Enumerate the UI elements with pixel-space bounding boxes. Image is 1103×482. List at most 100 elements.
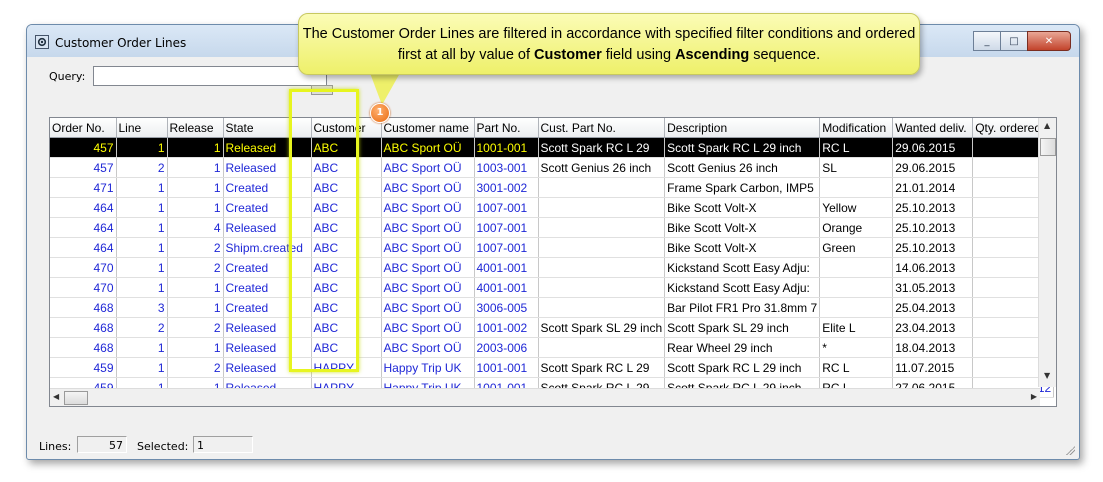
table-cell[interactable] bbox=[538, 217, 666, 238]
table-cell[interactable]: 25.10.2013 bbox=[892, 217, 974, 238]
table-cell[interactable] bbox=[538, 177, 666, 198]
table-cell[interactable]: RC L bbox=[819, 137, 894, 158]
table-row[interactable]: 468 2 2 Released ABC ABC Sport OÜ 1001-002 Scot… bbox=[50, 317, 1055, 338]
table-cell[interactable]: Scott Spark RC L 29 inch bbox=[664, 137, 821, 158]
table-cell[interactable]: 2 bbox=[167, 357, 224, 378]
table-cell[interactable]: Scott Spark SL 29 inch bbox=[664, 317, 821, 338]
horizontal-scrollbar[interactable]: ◀ ▶ bbox=[50, 388, 1040, 406]
vertical-scrollbar[interactable]: ▲ ▼ bbox=[1038, 118, 1056, 387]
table-cell[interactable]: ABC bbox=[311, 197, 382, 218]
table-cell[interactable]: Created bbox=[223, 177, 312, 198]
table-cell[interactable]: 464 bbox=[50, 197, 117, 218]
table-cell[interactable]: 457 bbox=[50, 137, 117, 158]
table-row[interactable]: 464 1 2 Shipm.created ABC ABC Sport OÜ 1007-00… bbox=[50, 237, 1055, 258]
table-cell[interactable]: ABC bbox=[311, 257, 382, 278]
table-cell[interactable]: 1007-001 bbox=[474, 197, 539, 218]
minimize-button[interactable]: _ bbox=[973, 31, 1001, 51]
table-cell[interactable]: 4001-001 bbox=[474, 257, 539, 278]
table-cell[interactable]: ABC bbox=[311, 237, 382, 258]
table-cell[interactable]: 3001-002 bbox=[474, 177, 539, 198]
table-cell[interactable]: Scott Genius 26 inch bbox=[664, 157, 821, 178]
table-cell[interactable]: Released bbox=[223, 217, 312, 238]
table-cell[interactable]: 464 bbox=[50, 237, 117, 258]
table-cell[interactable]: Scott Spark RC L 29 bbox=[538, 137, 666, 158]
table-cell[interactable] bbox=[538, 337, 666, 358]
table-cell[interactable]: Elite L bbox=[819, 317, 894, 338]
table-cell[interactable]: ABC bbox=[311, 177, 382, 198]
table-cell[interactable]: ABC Sport OÜ bbox=[381, 137, 475, 158]
table-row[interactable]: 464 1 1 Created ABC ABC Sport OÜ 1007-001 Bike … bbox=[50, 197, 1055, 218]
table-cell[interactable]: Scott Spark RC L 29 inch bbox=[664, 357, 821, 378]
table-cell[interactable]: 1 bbox=[167, 337, 224, 358]
table-cell[interactable] bbox=[538, 277, 666, 298]
table-cell[interactable]: ABC Sport OÜ bbox=[381, 337, 475, 358]
table-cell[interactable]: 1003-001 bbox=[474, 157, 539, 178]
table-cell[interactable]: 29.06.2015 bbox=[892, 157, 974, 178]
column-header[interactable]: Customer name bbox=[381, 118, 475, 138]
table-cell[interactable]: 1 bbox=[116, 337, 168, 358]
table-cell[interactable]: ABC bbox=[311, 137, 382, 158]
table-cell[interactable]: ABC Sport OÜ bbox=[381, 257, 475, 278]
table-row[interactable]: 457 2 1 Released ABC ABC Sport OÜ 1003-001 Scot… bbox=[50, 157, 1055, 178]
table-cell[interactable]: Created bbox=[223, 257, 312, 278]
table-cell[interactable]: ABC Sport OÜ bbox=[381, 277, 475, 298]
table-cell[interactable] bbox=[819, 277, 894, 298]
table-cell[interactable]: Bike Scott Volt-X bbox=[664, 197, 821, 218]
table-cell[interactable]: 1 bbox=[167, 157, 224, 178]
table-cell[interactable]: Bike Scott Volt-X bbox=[664, 217, 821, 238]
table-cell[interactable]: 2 bbox=[167, 257, 224, 278]
table-cell[interactable]: 1 bbox=[116, 177, 168, 198]
table-cell[interactable]: Bike Scott Volt-X bbox=[664, 237, 821, 258]
table-cell[interactable]: ABC Sport OÜ bbox=[381, 177, 475, 198]
table-cell[interactable]: 468 bbox=[50, 297, 117, 318]
table-cell[interactable] bbox=[819, 257, 894, 278]
table-cell[interactable]: * bbox=[819, 337, 894, 358]
table-cell[interactable]: Created bbox=[223, 297, 312, 318]
table-cell[interactable]: Scott Spark RC L 29 bbox=[538, 357, 666, 378]
horizontal-scroll-thumb[interactable] bbox=[64, 391, 88, 405]
table-cell[interactable]: 3006-005 bbox=[474, 297, 539, 318]
table-cell[interactable]: 18.04.2013 bbox=[892, 337, 974, 358]
scroll-left-icon[interactable]: ◀ bbox=[53, 392, 59, 401]
table-cell[interactable]: 1 bbox=[167, 137, 224, 158]
table-cell[interactable]: ABC Sport OÜ bbox=[381, 317, 475, 338]
table-cell[interactable] bbox=[538, 197, 666, 218]
table-cell[interactable]: 1 bbox=[167, 277, 224, 298]
table-row[interactable]: 457 1 1 Released ABC ABC Sport OÜ 1001-001 Scot… bbox=[50, 137, 1055, 158]
query-input[interactable] bbox=[93, 66, 327, 86]
table-cell[interactable]: 2 bbox=[116, 317, 168, 338]
table-cell[interactable]: 1 bbox=[116, 237, 168, 258]
scroll-right-icon[interactable]: ▶ bbox=[1031, 392, 1037, 401]
table-cell[interactable]: 1001-002 bbox=[474, 317, 539, 338]
table-cell[interactable]: ABC bbox=[311, 317, 382, 338]
table-cell[interactable]: 1 bbox=[116, 257, 168, 278]
column-header[interactable]: Wanted deliv. bbox=[892, 118, 974, 138]
table-cell[interactable]: 1 bbox=[167, 177, 224, 198]
table-cell[interactable]: 14.06.2013 bbox=[892, 257, 974, 278]
table-cell[interactable]: 1 bbox=[116, 197, 168, 218]
table-cell[interactable]: 1 bbox=[167, 297, 224, 318]
resize-grip-icon[interactable] bbox=[1065, 445, 1075, 455]
close-button[interactable]: ✕ bbox=[1027, 31, 1071, 51]
table-cell[interactable]: 1001-001 bbox=[474, 137, 539, 158]
column-header[interactable]: Order No. bbox=[50, 118, 117, 138]
table-cell[interactable] bbox=[819, 177, 894, 198]
column-header[interactable]: Part No. bbox=[474, 118, 539, 138]
table-cell[interactable]: ABC bbox=[311, 297, 382, 318]
table-cell[interactable]: Kickstand Scott Easy Adju: bbox=[664, 257, 821, 278]
table-cell[interactable] bbox=[819, 297, 894, 318]
column-header[interactable]: Description bbox=[664, 118, 821, 138]
table-cell[interactable]: Released bbox=[223, 337, 312, 358]
column-header[interactable]: Release bbox=[167, 118, 224, 138]
table-cell[interactable]: 468 bbox=[50, 317, 117, 338]
table-cell[interactable]: ABC bbox=[311, 217, 382, 238]
table-cell[interactable]: Orange bbox=[819, 217, 894, 238]
table-cell[interactable]: 471 bbox=[50, 177, 117, 198]
table-cell[interactable]: Green bbox=[819, 237, 894, 258]
table-cell[interactable]: 25.10.2013 bbox=[892, 197, 974, 218]
table-cell[interactable]: Released bbox=[223, 137, 312, 158]
scroll-up-icon[interactable]: ▲ bbox=[1044, 121, 1050, 130]
query-dropdown-button[interactable] bbox=[311, 85, 333, 95]
table-cell[interactable]: 21.01.2014 bbox=[892, 177, 974, 198]
table-cell[interactable]: Shipm.created bbox=[223, 237, 312, 258]
